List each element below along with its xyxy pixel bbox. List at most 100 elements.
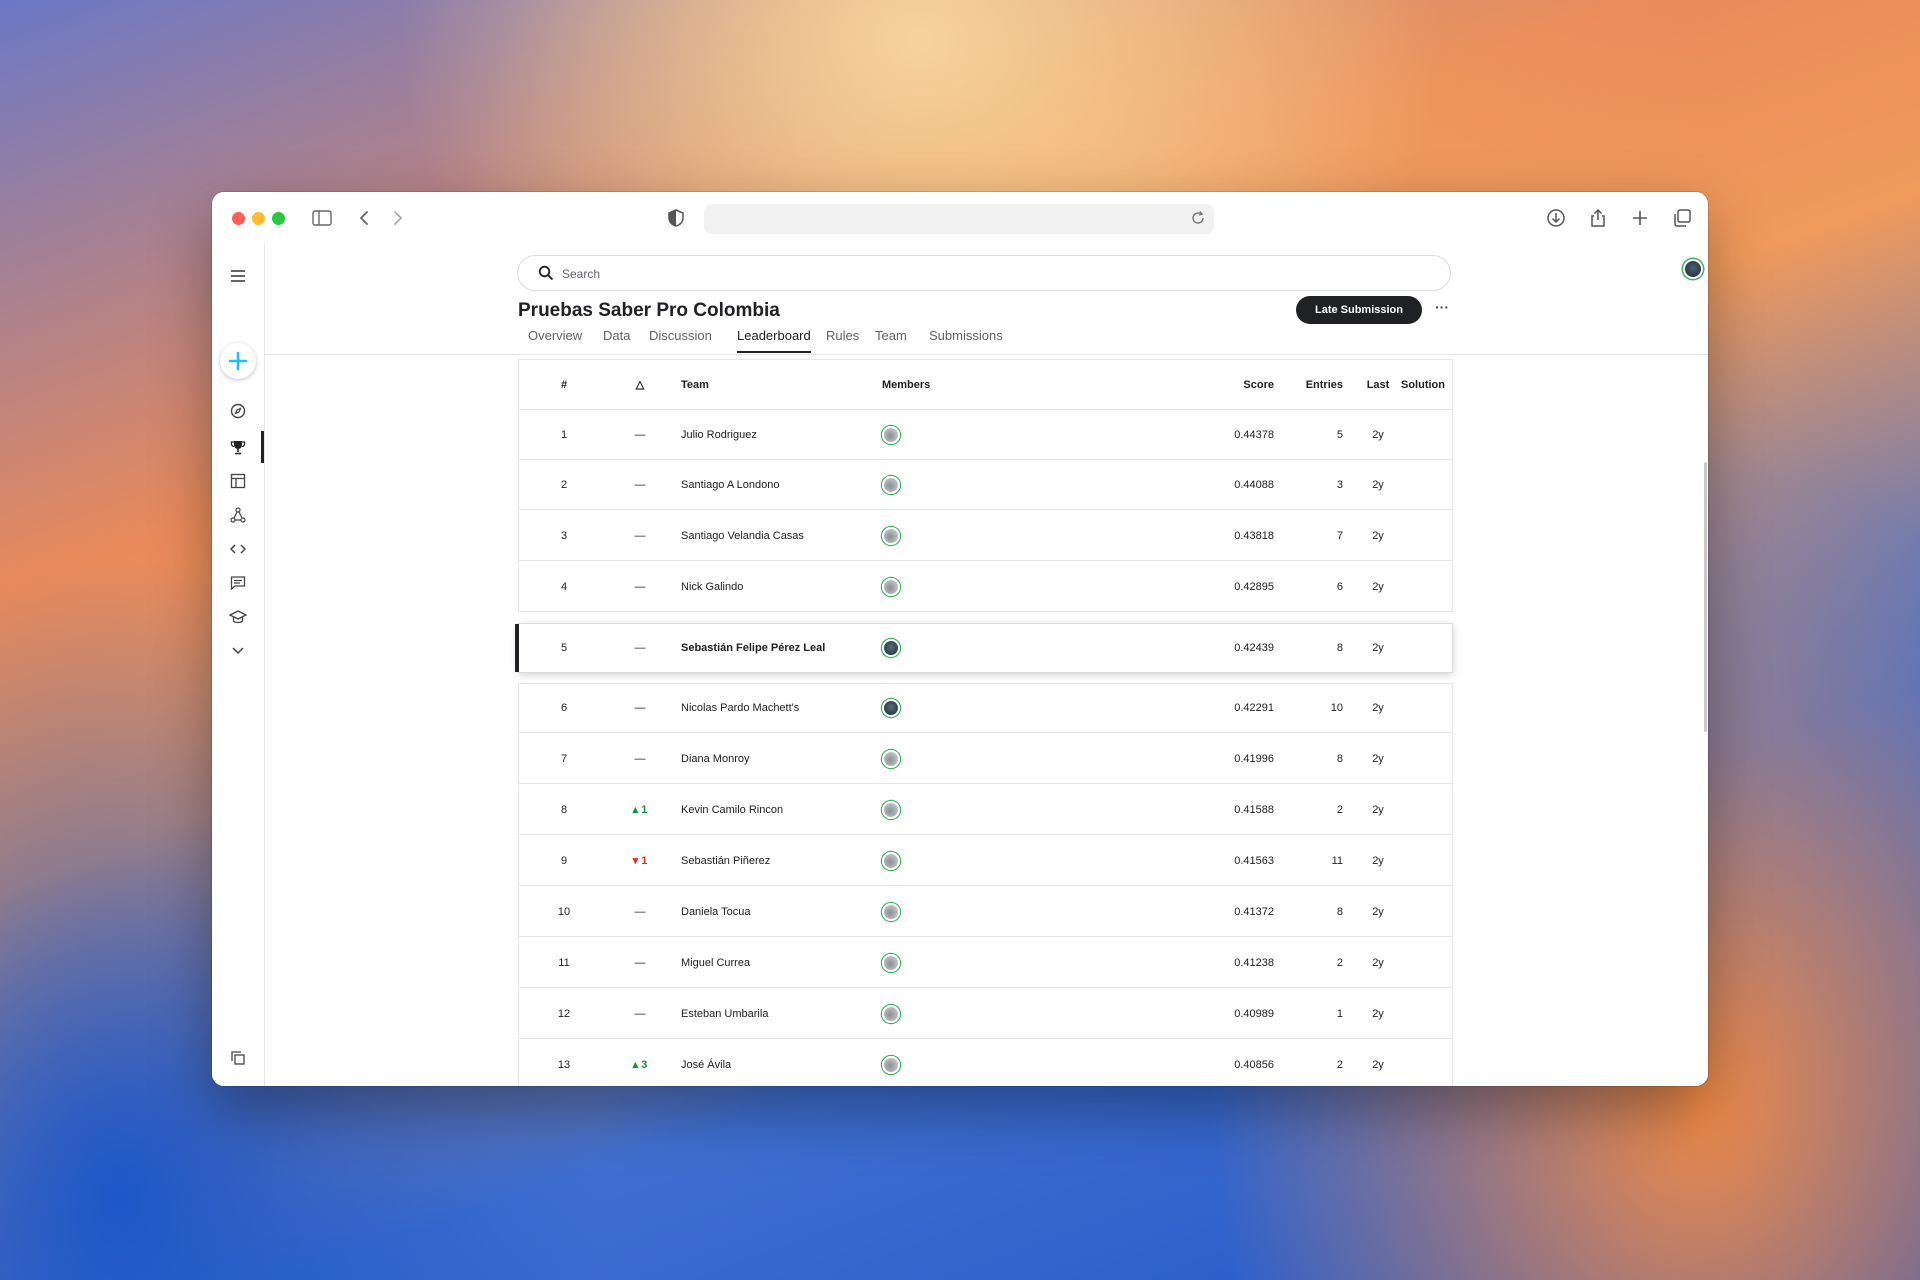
team-name-cell[interactable]: Julio Rodriguez [681,410,871,459]
compass-icon[interactable] [224,397,252,425]
page-title: Pruebas Saber Pro Colombia [518,300,780,321]
table-row[interactable]: 11— Miguel Currea 0.41238 2 2y [518,938,1453,988]
rank-change-cell: ▴ 1 [632,804,648,816]
copy-icon[interactable] [224,1044,252,1072]
tab-overview[interactable]: Overview [528,328,582,351]
member-avatar[interactable] [882,953,900,972]
trophy-icon[interactable] [224,433,252,461]
team-name-cell[interactable]: Santiago A Londono [681,460,871,509]
entries-cell: 2 [1336,1058,1343,1071]
minimize-window-button[interactable] [252,212,265,225]
team-name-cell[interactable]: Diana Monroy [681,734,871,783]
table-row[interactable]: 4— Nick Galindo 0.42895 6 2y [518,562,1453,612]
solution-cell [1393,624,1453,672]
reload-icon[interactable] [1190,210,1206,231]
score-cell: 0.43818 [1234,529,1274,542]
table-row[interactable]: 6— Nicolas Pardo Machett's 0.42291 10 2y [518,683,1453,733]
discussion-icon[interactable] [224,569,252,597]
tabs-divider [265,354,1708,355]
tab-discussion[interactable]: Discussion [649,328,712,351]
code-icon[interactable] [224,535,252,563]
member-avatar[interactable] [882,475,900,494]
team-name-cell[interactable]: Nicolas Pardo Machett's [681,684,871,732]
table-icon[interactable] [224,467,252,495]
menu-icon[interactable] [224,262,252,290]
more-options-button[interactable]: ··· [1435,299,1449,315]
late-submission-button[interactable]: Late Submission [1296,296,1422,324]
search-bar[interactable] [517,255,1451,291]
create-button[interactable] [220,343,256,379]
score-cell: 0.41372 [1234,905,1274,918]
table-row[interactable]: 2— Santiago A Londono 0.44088 3 2y [518,460,1453,510]
tabs-icon[interactable] [1670,206,1694,230]
header-team[interactable]: Team [681,360,871,409]
member-avatar[interactable] [882,1004,900,1023]
table-row[interactable]: 12— Esteban Umbarila 0.40989 1 2y [518,989,1453,1039]
members-cell [882,410,962,459]
solution-cell [1393,1040,1453,1086]
sidebar-icon[interactable] [310,206,334,230]
team-name-cell[interactable]: Kevin Camilo Rincon [681,785,871,834]
zoom-window-button[interactable] [272,212,285,225]
search-input[interactable] [560,263,1264,285]
new-tab-icon[interactable] [1628,206,1652,230]
rank-cell: 5 [560,642,568,654]
member-avatar[interactable] [882,902,900,921]
team-name-cell[interactable]: José Ávila [681,1040,871,1086]
forward-icon[interactable] [386,206,410,230]
models-icon[interactable] [224,501,252,529]
member-avatar[interactable] [882,1055,900,1074]
team-name-cell[interactable]: Sebastián Felipe Pérez Leal [681,624,871,672]
table-row[interactable]: 10— Daniela Tocua 0.41372 8 2y [518,887,1453,937]
back-icon[interactable] [352,206,376,230]
rank-change-cell: ▴ 3 [632,1059,648,1071]
header-entries[interactable]: Entries [1279,360,1343,409]
member-avatar[interactable] [882,577,900,596]
entries-cell: 5 [1336,428,1343,441]
chevron-down-icon[interactable] [224,637,252,665]
tab-team[interactable]: Team [875,328,907,351]
header-score[interactable]: Score [1159,360,1274,409]
team-name-cell[interactable]: Daniela Tocua [681,887,871,936]
member-avatar[interactable] [882,639,900,657]
team-name-cell[interactable]: Esteban Umbarila [681,989,871,1038]
page-scrollbar[interactable] [1704,462,1707,732]
table-row[interactable]: 8 ▴ 1 Kevin Camilo Rincon 0.41588 2 2y [518,785,1453,835]
member-avatar[interactable] [882,749,900,768]
team-name-cell[interactable]: Sebastián Piñerez [681,836,871,885]
learn-icon[interactable] [224,603,252,631]
header-rank[interactable]: # [549,360,579,409]
members-cell [882,511,962,560]
members-cell [882,785,962,834]
member-avatar[interactable] [882,526,900,545]
download-icon[interactable] [1544,206,1568,230]
close-window-button[interactable] [232,212,245,225]
member-avatar[interactable] [882,425,900,444]
address-bar[interactable] [704,204,1214,234]
team-name-cell[interactable]: Nick Galindo [681,562,871,611]
table-row-current-user[interactable]: 5— Sebastián Felipe Pérez Leal 0.42439 8 2y [515,623,1453,673]
share-icon[interactable] [1586,206,1610,230]
rank-cell: 3 [560,529,568,542]
tab-leaderboard[interactable]: Leaderboard [737,328,811,353]
team-name-cell[interactable]: Miguel Currea [681,938,871,987]
member-avatar[interactable] [882,800,900,819]
score-cell: 0.42439 [1234,642,1274,654]
tab-rules[interactable]: Rules [826,328,859,351]
team-name-cell[interactable]: Santiago Velandia Casas [681,511,871,560]
rank-change-cell: — [634,752,646,765]
table-row[interactable]: 3— Santiago Velandia Casas 0.43818 7 2y [518,511,1453,561]
tab-data[interactable]: Data [603,328,630,351]
table-row[interactable]: 9 ▾ 1 Sebastián Piñerez 0.41563 11 2y [518,836,1453,886]
solution-cell [1393,511,1453,560]
member-avatar[interactable] [882,699,900,717]
table-row[interactable]: 13 ▴ 3 José Ávila 0.40856 2 2y [518,1040,1453,1086]
member-avatar[interactable] [882,851,900,870]
user-avatar[interactable] [1683,259,1703,279]
table-row[interactable]: 7— Diana Monroy 0.41996 8 2y [518,734,1453,784]
active-rail-indicator [261,431,264,463]
table-row[interactable]: 1— Julio Rodriguez 0.44378 5 2y [518,410,1453,460]
shield-icon[interactable] [664,206,688,230]
header-delta[interactable]: △ [619,360,661,409]
tab-submissions[interactable]: Submissions [929,328,1003,351]
